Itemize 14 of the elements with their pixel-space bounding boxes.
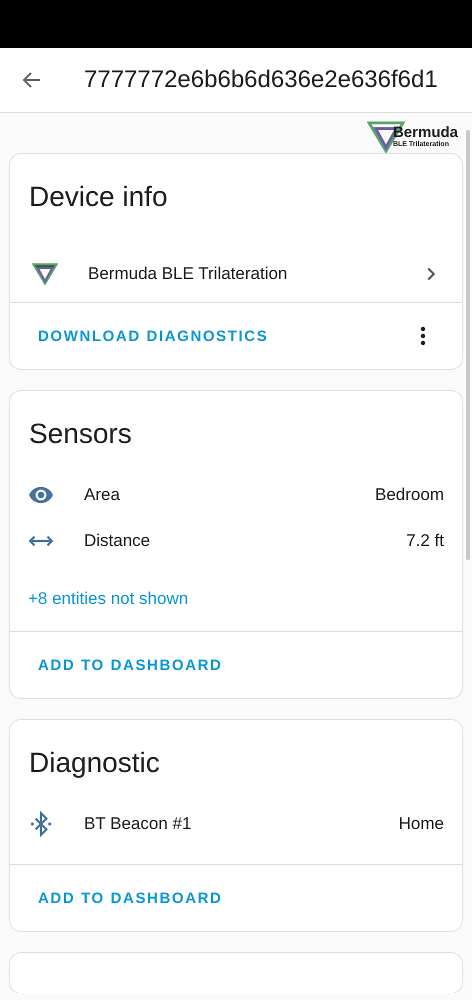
more-menu-icon[interactable] xyxy=(420,326,426,346)
entity-name[interactable]: Area xyxy=(84,485,376,505)
entity-name[interactable]: Distance xyxy=(84,531,406,551)
entity-name[interactable]: BT Beacon #1 xyxy=(84,814,399,834)
card-title: Diagnostic xyxy=(28,746,161,780)
card-title: Sensors xyxy=(28,417,133,451)
triangle-logo-icon xyxy=(32,261,58,287)
card-title: Device info xyxy=(28,180,169,214)
page-title: 7777772e6b6b6d636e2e636f6d1 xyxy=(84,66,438,94)
bluetooth-icon xyxy=(28,811,54,837)
entity-value: Home xyxy=(398,814,444,834)
entity-value: Bedroom xyxy=(375,485,444,505)
device-row[interactable]: Bermuda BLE Trilateration xyxy=(10,246,462,303)
entity-value: 7.2 ft xyxy=(406,531,444,551)
